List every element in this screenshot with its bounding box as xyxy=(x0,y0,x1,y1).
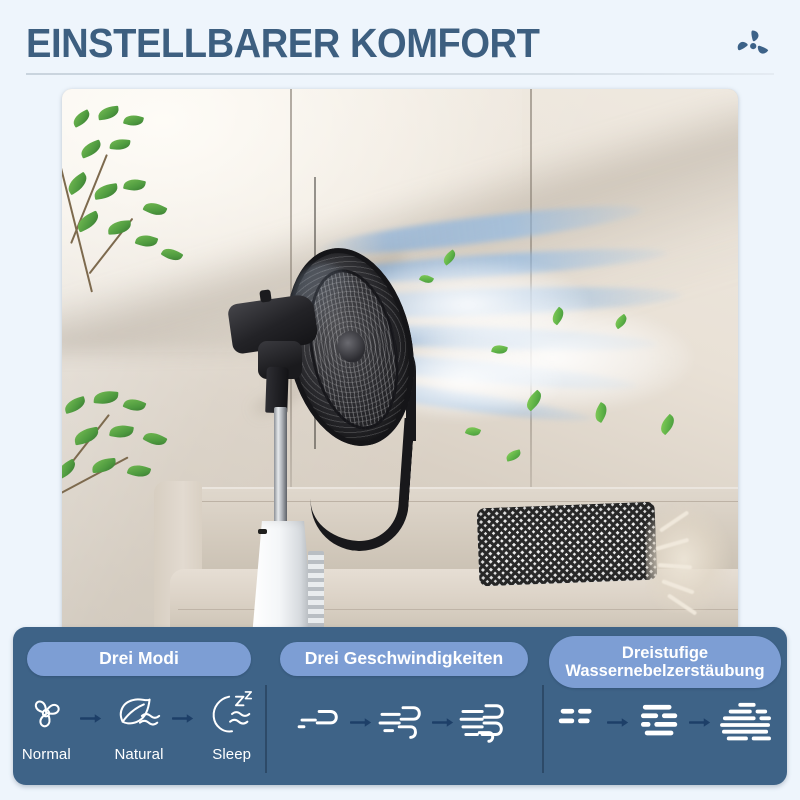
wind-speed-low-icon xyxy=(294,710,350,745)
mist-item-high[interactable] xyxy=(715,701,777,754)
arrow-icon xyxy=(688,715,715,733)
page-title: EINSTELLBARER KOMFORT xyxy=(26,20,540,66)
modes-pill-label: Drei Modi xyxy=(27,642,251,676)
feature-column-modes: Drei Modi Normal Natural Sleep xyxy=(13,627,265,785)
mist-level-high-icon xyxy=(715,702,777,753)
moon-zzz-icon xyxy=(205,689,259,744)
houndstooth-pillow xyxy=(476,501,658,587)
speed-item-high[interactable] xyxy=(458,701,514,752)
speeds-pill-label: Drei Geschwindigkeiten xyxy=(280,642,528,676)
header-divider xyxy=(26,73,774,75)
mode-item-normal[interactable]: Normal xyxy=(13,689,80,763)
fan-water-tank xyxy=(252,521,314,637)
mist-pill-line2: Wassernebelzerstäubung xyxy=(565,662,765,680)
feature-column-speeds: Drei Geschwindigkeiten xyxy=(265,627,543,785)
pedestal-fan xyxy=(226,177,460,637)
mode-item-natural[interactable]: Natural xyxy=(106,689,173,763)
mist-level-low-icon xyxy=(553,708,607,738)
pampas-grass xyxy=(646,501,732,616)
fan-knob xyxy=(259,289,272,303)
speed-item-low[interactable] xyxy=(294,701,350,746)
arrow-icon xyxy=(172,711,198,729)
mist-item-low[interactable] xyxy=(553,701,607,739)
wind-speed-high-icon xyxy=(458,704,514,751)
arrow-icon xyxy=(606,715,633,733)
mist-icon-row xyxy=(543,701,787,754)
feature-column-mist: Dreistufige Wassernebelzerstäubung xyxy=(543,627,787,785)
mist-level-medium-icon xyxy=(633,704,689,747)
arrow-icon xyxy=(349,715,376,733)
speeds-icon-row xyxy=(265,701,543,752)
mist-pill-line1: Dreistufige xyxy=(621,643,709,662)
mode-label-sleep: Sleep xyxy=(212,746,252,763)
mist-pill-label: Dreistufige Wassernebelzerstäubung xyxy=(549,636,781,688)
modes-icon-row: Normal Natural Sleep xyxy=(13,689,265,763)
mode-item-sleep[interactable]: Sleep xyxy=(198,689,265,763)
fan-telescopic-pole xyxy=(274,407,287,529)
mode-label-normal: Normal xyxy=(21,746,71,763)
tank-button xyxy=(258,529,267,534)
speed-item-medium[interactable] xyxy=(376,701,432,750)
header: EINSTELLBARER KOMFORT xyxy=(0,0,800,84)
mist-item-medium[interactable] xyxy=(633,701,689,748)
mode-label-natural: Natural xyxy=(114,746,164,763)
tank-grill xyxy=(308,551,324,633)
wind-speed-medium-icon xyxy=(376,706,432,749)
arrow-icon xyxy=(79,711,106,729)
fan-blades-icon xyxy=(21,689,71,744)
fan-propeller-icon xyxy=(732,25,774,67)
feature-panel: Drei Modi Normal Natural Sleep Drei Gesc… xyxy=(13,627,787,785)
leaf-wind-icon xyxy=(112,689,166,744)
product-photo xyxy=(62,89,738,637)
arrow-icon xyxy=(431,715,458,733)
